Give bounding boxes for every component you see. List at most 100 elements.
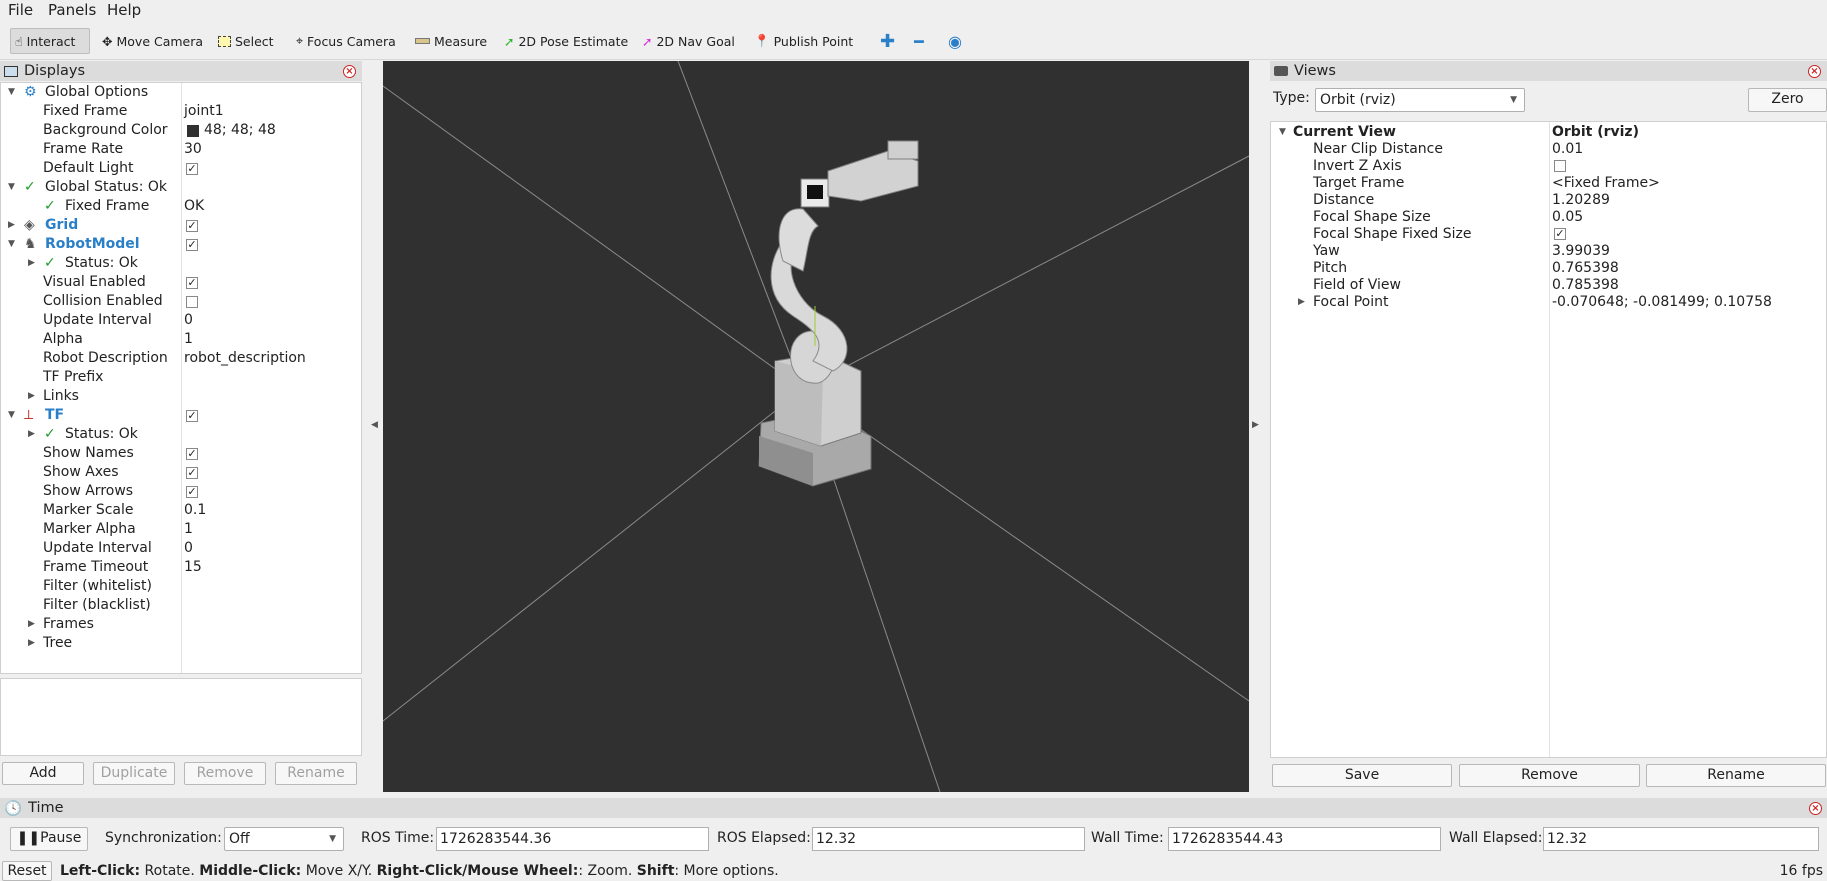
expand-arrow-icon[interactable]: ▼: [8, 239, 15, 249]
tool-properties-button[interactable]: ◉: [944, 28, 966, 54]
tree-row-marker-alpha[interactable]: Marker Alpha 1: [1, 521, 361, 540]
ros-elapsed-field[interactable]: 12.32: [812, 827, 1085, 851]
frame-rate-value[interactable]: 30: [184, 141, 202, 157]
wall-time-field[interactable]: 1726283544.43: [1168, 827, 1441, 851]
focal-shape-size-row[interactable]: Focal Shape Size 0.05: [1271, 209, 1826, 226]
remove-tool-button[interactable]: ━: [910, 28, 928, 54]
collapsed-arrow-icon[interactable]: ▶: [8, 220, 15, 230]
tree-row-visual-enabled[interactable]: Visual Enabled ✓: [1, 274, 361, 293]
yaw-row[interactable]: Yaw 3.99039: [1271, 243, 1826, 260]
fixed-frame-value[interactable]: joint1: [184, 103, 224, 119]
pose-estimate-tool-button[interactable]: ➚ 2D Pose Estimate: [500, 28, 632, 54]
fov-row[interactable]: Field of View 0.785398: [1271, 277, 1826, 294]
save-view-button[interactable]: Save: [1272, 764, 1452, 787]
collapse-right-panel-arrow-icon[interactable]: ▶: [1252, 420, 1259, 430]
distance-row[interactable]: Distance 1.20289: [1271, 192, 1826, 209]
focal-shape-size-value[interactable]: 0.05: [1552, 209, 1583, 225]
tree-row-frame-timeout[interactable]: Frame Timeout 15: [1, 559, 361, 578]
duplicate-display-button[interactable]: Duplicate: [93, 762, 175, 785]
tree-row-filter-blacklist[interactable]: Filter (blacklist): [1, 597, 361, 616]
focal-shape-fixed-row[interactable]: Focal Shape Fixed Size ✓: [1271, 226, 1826, 243]
pitch-row[interactable]: Pitch 0.765398: [1271, 260, 1826, 277]
ros-time-field[interactable]: 1726283544.36: [436, 827, 709, 851]
tree-row-show-axes[interactable]: Show Axes ✓: [1, 464, 361, 483]
distance-value[interactable]: 1.20289: [1552, 192, 1610, 208]
yaw-value[interactable]: 3.99039: [1552, 243, 1610, 259]
menu-help[interactable]: Help: [107, 1, 141, 19]
tree-row-robotmodel-status[interactable]: ▶ ✓ Status: Ok: [1, 255, 361, 274]
show-names-checkbox[interactable]: ✓: [186, 448, 198, 460]
view-type-dropdown[interactable]: Orbit (rviz) ▼: [1315, 88, 1525, 112]
tree-row-links[interactable]: ▶ Links: [1, 388, 361, 407]
tree-row-tf-status[interactable]: ▶ ✓ Status: Ok: [1, 426, 361, 445]
add-display-button[interactable]: Add: [2, 762, 84, 785]
tree-row-fixed-frame[interactable]: Fixed Frame joint1: [1, 103, 361, 122]
invert-z-row[interactable]: Invert Z Axis: [1271, 158, 1826, 175]
focal-point-value[interactable]: -0.070648; -0.081499; 0.10758: [1552, 294, 1772, 310]
sync-dropdown[interactable]: Off ▼: [224, 827, 344, 851]
fov-value[interactable]: 0.785398: [1552, 277, 1619, 293]
pitch-value[interactable]: 0.765398: [1552, 260, 1619, 276]
focal-shape-fixed-checkbox[interactable]: ✓: [1554, 228, 1566, 240]
target-frame-row[interactable]: Target Frame <Fixed Frame>: [1271, 175, 1826, 192]
invert-z-checkbox[interactable]: [1554, 160, 1566, 172]
grid-enabled-checkbox[interactable]: ✓: [186, 220, 198, 232]
robotmodel-enabled-checkbox[interactable]: ✓: [186, 239, 198, 251]
current-view-row[interactable]: ▼ Current View Orbit (rviz): [1271, 124, 1826, 141]
3d-viewport[interactable]: [383, 61, 1249, 792]
tree-row-show-arrows[interactable]: Show Arrows ✓: [1, 483, 361, 502]
menu-file[interactable]: File: [8, 1, 33, 19]
tree-row-robotmodel[interactable]: ▼ ♞ RobotModel ✓: [1, 236, 361, 255]
zero-button[interactable]: Zero: [1748, 88, 1827, 112]
expand-arrow-icon[interactable]: ▼: [1279, 127, 1286, 137]
rename-display-button[interactable]: Rename: [275, 762, 357, 785]
marker-alpha-value[interactable]: 1: [184, 521, 193, 537]
tf-enabled-checkbox[interactable]: ✓: [186, 410, 198, 422]
expand-arrow-icon[interactable]: ▼: [8, 87, 15, 97]
collapsed-arrow-icon[interactable]: ▶: [28, 638, 35, 648]
pause-button[interactable]: ❚❚Pause: [10, 827, 88, 851]
background-color-value[interactable]: 48; 48; 48: [204, 122, 276, 138]
publish-point-tool-button[interactable]: 📍 Publish Point: [750, 28, 857, 54]
collapsed-arrow-icon[interactable]: ▶: [28, 429, 35, 439]
update-interval-value[interactable]: 0: [184, 312, 193, 328]
remove-display-button[interactable]: Remove: [184, 762, 266, 785]
tree-row-tf-prefix[interactable]: TF Prefix: [1, 369, 361, 388]
collapsed-arrow-icon[interactable]: ▶: [28, 258, 35, 268]
alpha-value[interactable]: 1: [184, 331, 193, 347]
close-icon[interactable]: ×: [343, 65, 356, 78]
marker-scale-value[interactable]: 0.1: [184, 502, 206, 518]
tree-row-default-light[interactable]: Default Light ✓: [1, 160, 361, 179]
collapse-left-panel-arrow-icon[interactable]: ◀: [371, 420, 378, 430]
focal-point-row[interactable]: ▶ Focal Point -0.070648; -0.081499; 0.10…: [1271, 294, 1826, 311]
frame-timeout-value[interactable]: 15: [184, 559, 202, 575]
wall-elapsed-field[interactable]: 12.32: [1543, 827, 1819, 851]
measure-tool-button[interactable]: Measure: [411, 28, 491, 54]
tree-row-filter-whitelist[interactable]: Filter (whitelist): [1, 578, 361, 597]
tree-row-marker-scale[interactable]: Marker Scale 0.1: [1, 502, 361, 521]
expand-arrow-icon[interactable]: ▼: [8, 410, 15, 420]
tree-row-global-status[interactable]: ▼ ✓ Global Status: Ok: [1, 179, 361, 198]
near-clip-row[interactable]: Near Clip Distance 0.01: [1271, 141, 1826, 158]
collision-enabled-checkbox[interactable]: [186, 296, 198, 308]
remove-view-button[interactable]: Remove: [1459, 764, 1640, 787]
tree-row-frame-rate[interactable]: Frame Rate 30: [1, 141, 361, 160]
tree-row-tf[interactable]: ▼ ⟂ TF ✓: [1, 407, 361, 426]
close-icon[interactable]: ×: [1809, 802, 1822, 815]
show-axes-checkbox[interactable]: ✓: [186, 467, 198, 479]
tree-row-frames[interactable]: ▶ Frames: [1, 616, 361, 635]
close-icon[interactable]: ×: [1808, 65, 1821, 78]
tree-row-tf-update-interval[interactable]: Update Interval 0: [1, 540, 361, 559]
collapsed-arrow-icon[interactable]: ▶: [1298, 297, 1305, 307]
tree-row-background-color[interactable]: Background Color 48; 48; 48: [1, 122, 361, 141]
nav-goal-tool-button[interactable]: ➚ 2D Nav Goal: [638, 28, 739, 54]
target-frame-value[interactable]: <Fixed Frame>: [1552, 175, 1660, 191]
move-camera-tool-button[interactable]: ✥ Move Camera: [98, 28, 207, 54]
tree-row-fixed-frame-status[interactable]: ✓ Fixed Frame OK: [1, 198, 361, 217]
tree-row-robot-description[interactable]: Robot Description robot_description: [1, 350, 361, 369]
select-tool-button[interactable]: Select: [214, 28, 278, 54]
collapsed-arrow-icon[interactable]: ▶: [28, 619, 35, 629]
interact-tool-button[interactable]: ☝ Interact: [10, 28, 90, 54]
show-arrows-checkbox[interactable]: ✓: [186, 486, 198, 498]
collapsed-arrow-icon[interactable]: ▶: [28, 391, 35, 401]
